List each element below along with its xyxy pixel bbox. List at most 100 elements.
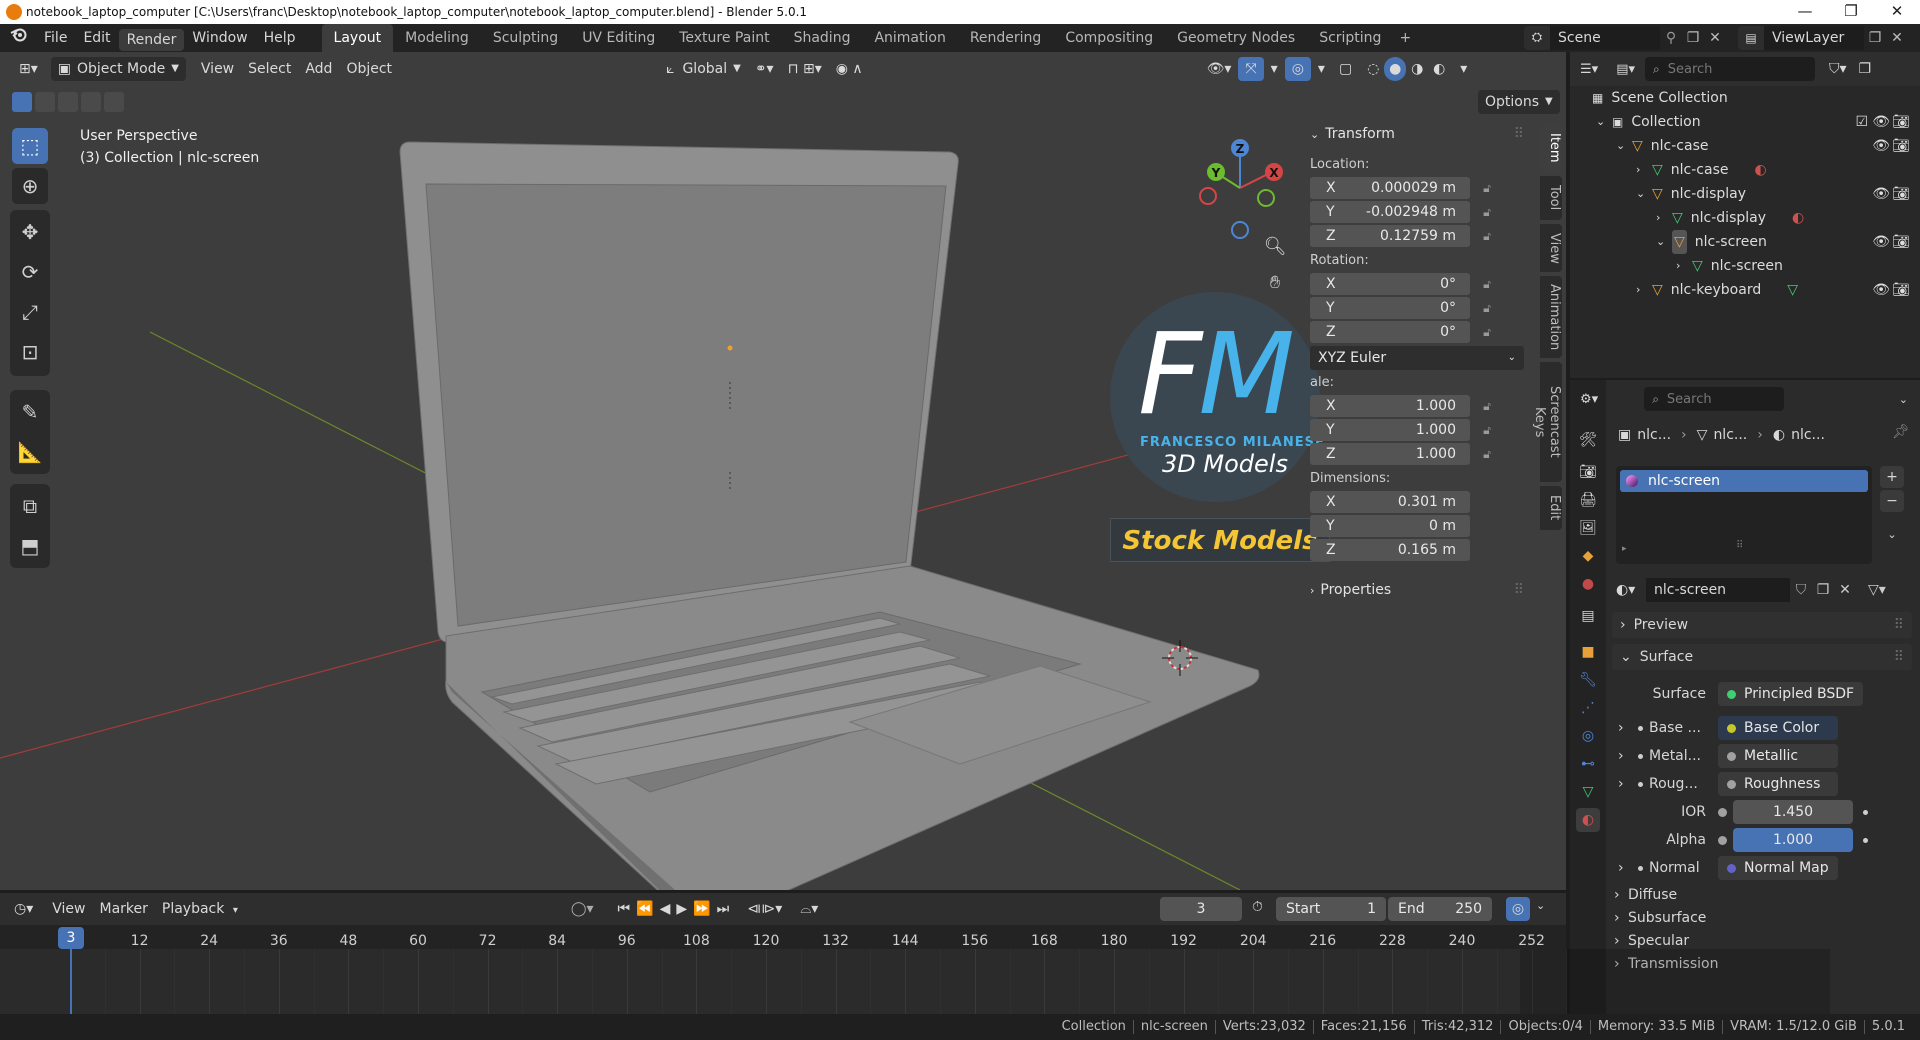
lock-icon[interactable]: 🔓︎ bbox=[1480, 423, 1494, 438]
close-button[interactable]: ✕ bbox=[1874, 0, 1920, 24]
blender-menu-icon[interactable] bbox=[0, 24, 36, 52]
tab-uv-editing[interactable]: UV Editing bbox=[570, 24, 667, 52]
display-mode-icon[interactable]: ▤▾ bbox=[1616, 62, 1635, 77]
lock-icon[interactable]: 🔓︎ bbox=[1480, 205, 1494, 220]
shading-chevron-icon[interactable]: ▾ bbox=[1453, 57, 1474, 81]
select-box-tool[interactable]: ⬚ bbox=[12, 128, 48, 164]
shader-input-field[interactable]: Metallic bbox=[1718, 744, 1838, 768]
delete-scene-icon[interactable]: ✕ bbox=[1704, 30, 1726, 46]
chevron-right-icon[interactable]: › bbox=[1618, 770, 1638, 798]
mesh-data-icon[interactable]: ▽ bbox=[1787, 278, 1798, 302]
lock-icon[interactable]: 🔓︎ bbox=[1480, 181, 1494, 196]
subsection-diffuse[interactable]: › Diffuse bbox=[1614, 884, 1908, 907]
menu-edit[interactable]: Edit bbox=[75, 24, 118, 52]
cursor-tool[interactable]: ⊕ bbox=[12, 168, 48, 204]
properties-editor-icon[interactable]: ⚙▾ bbox=[1580, 392, 1598, 407]
tab-animation[interactable]: Animation bbox=[862, 24, 957, 52]
material-shading-icon[interactable]: ◑ bbox=[1406, 57, 1428, 81]
add-slot-button[interactable]: + bbox=[1880, 466, 1904, 488]
eye-icon[interactable]: 👁︎ bbox=[1872, 134, 1890, 158]
tab-geometry-nodes[interactable]: Geometry Nodes bbox=[1165, 24, 1307, 52]
subsection-subsurface[interactable]: › Subsurface bbox=[1614, 907, 1908, 930]
drag-handle-icon[interactable]: ⠿ bbox=[1514, 582, 1524, 598]
data-tab-icon[interactable]: ▽ bbox=[1576, 780, 1600, 804]
select-extend-icon[interactable] bbox=[35, 92, 55, 112]
chevron-right-icon[interactable]: › bbox=[1636, 278, 1652, 302]
material-tab-icon[interactable]: ◐ bbox=[1576, 808, 1600, 832]
keyframe-dot-icon[interactable] bbox=[1863, 809, 1868, 815]
remove-slot-button[interactable]: − bbox=[1880, 490, 1904, 512]
outliner-search[interactable]: ⌕ Search bbox=[1645, 57, 1815, 81]
location-x-field[interactable]: X 0.000029 m bbox=[1310, 177, 1470, 199]
outliner-editor-icon[interactable]: ☰▾ bbox=[1580, 62, 1598, 77]
chevron-right-icon[interactable]: › bbox=[1618, 854, 1638, 882]
rotation-z-field[interactable]: Z 0° bbox=[1310, 321, 1470, 343]
outliner-item[interactable]: › ▽ nlc-keyboard ▽ 👁︎ 📷︎ bbox=[1570, 278, 1920, 302]
camera-icon[interactable]: 📷︎ bbox=[1892, 230, 1910, 254]
options-dropdown[interactable]: Options ▼ bbox=[1478, 90, 1560, 114]
wireframe-shading-icon[interactable]: ◌ bbox=[1362, 57, 1384, 81]
proportional-edit-icon[interactable]: ◉ ∧ bbox=[829, 57, 870, 81]
overlay-chevron-icon[interactable]: ▾ bbox=[1311, 57, 1332, 81]
select-invert-icon[interactable] bbox=[81, 92, 101, 112]
viewport-menu-view[interactable]: View bbox=[194, 57, 241, 81]
add-object-tool[interactable]: ⬒ bbox=[12, 528, 48, 564]
camera-icon[interactable]: 📷︎ bbox=[1892, 278, 1910, 302]
material-icon[interactable]: ◐ bbox=[1754, 158, 1766, 182]
viewlayer-name[interactable]: ViewLayer bbox=[1764, 26, 1864, 50]
material-slot-row[interactable]: nlc-screen bbox=[1620, 470, 1868, 492]
object-tab-icon[interactable]: ■ bbox=[1576, 640, 1600, 664]
physics-tab-icon[interactable]: ◎ bbox=[1576, 724, 1600, 748]
annotate-tool[interactable]: ✎ bbox=[12, 394, 48, 430]
camera-icon[interactable]: 📷︎ bbox=[1892, 134, 1910, 158]
outliner-item[interactable]: ⌄ ▽ nlc-case 👁︎ 📷︎ bbox=[1570, 134, 1920, 158]
shader-input-field[interactable]: Base Color bbox=[1718, 716, 1838, 740]
pin-icon[interactable]: 📌︎ bbox=[1892, 424, 1910, 440]
tab-scripting[interactable]: Scripting bbox=[1307, 24, 1393, 52]
scale-x-field[interactable]: X 1.000 bbox=[1310, 395, 1470, 417]
normal-field[interactable]: Normal Map bbox=[1718, 856, 1838, 880]
slot-specials-chevron-icon[interactable]: ⌄ bbox=[1880, 524, 1904, 546]
lock-icon[interactable]: 🔓︎ bbox=[1480, 399, 1494, 414]
checkbox-icon[interactable]: ☑ bbox=[1855, 110, 1868, 134]
chevron-down-icon[interactable]: ⌄ bbox=[1656, 230, 1672, 254]
scale-tool[interactable]: ⤢ bbox=[12, 294, 48, 330]
menu-render[interactable]: Render bbox=[118, 28, 185, 51]
rotation-y-field[interactable]: Y 0° bbox=[1310, 297, 1470, 319]
chevron-down-icon[interactable]: ⌄ bbox=[1616, 134, 1632, 158]
mode-selector[interactable]: ▣ Object Mode ▼ bbox=[50, 57, 186, 81]
transform-orientation-selector[interactable]: ⟀ Global ▼ bbox=[659, 57, 748, 81]
ior-field[interactable]: 1.450 bbox=[1733, 800, 1853, 824]
output-tab-icon[interactable]: 🖨︎ bbox=[1576, 488, 1600, 512]
drag-handle-icon[interactable]: ⠿ bbox=[1514, 126, 1524, 142]
outliner-item[interactable]: ⌄ ▽ nlc-display 👁︎ 📷︎ bbox=[1570, 182, 1920, 206]
solid-shading-icon[interactable]: ● bbox=[1384, 57, 1407, 81]
tab-layout[interactable]: Layout bbox=[321, 24, 394, 52]
keyframe-dot-icon[interactable] bbox=[1863, 837, 1868, 843]
sidebar-tab-animation[interactable]: Animation bbox=[1540, 276, 1562, 358]
new-scene-icon[interactable]: ❐ bbox=[1682, 30, 1704, 46]
sidebar-tab-screencast-keys[interactable]: Screencast Keys bbox=[1532, 362, 1562, 482]
chevron-right-icon[interactable]: › bbox=[1656, 206, 1672, 230]
rotate-tool[interactable]: ⟳ bbox=[12, 254, 48, 290]
render-tab-icon[interactable]: 📷︎ bbox=[1576, 460, 1600, 484]
viewlayer-selector[interactable]: ▤ ViewLayer ❐ ✕ bbox=[1738, 26, 1908, 50]
tab-compositing[interactable]: Compositing bbox=[1053, 24, 1165, 52]
properties-panel-header[interactable]: › Properties ⠿ bbox=[1310, 576, 1524, 604]
particles-tab-icon[interactable]: ⋰ bbox=[1576, 696, 1600, 720]
outliner-item[interactable]: › ▽ nlc-display ◐ bbox=[1570, 206, 1920, 230]
lock-icon[interactable]: 🔓︎ bbox=[1480, 277, 1494, 292]
maximize-button[interactable]: ❐ bbox=[1828, 0, 1874, 24]
scene-selector[interactable]: ⛭ Scene ⚲ ❐ ✕ bbox=[1524, 26, 1726, 50]
chevron-down-icon[interactable]: ⌄ bbox=[1636, 182, 1652, 206]
tab-texture-paint[interactable]: Texture Paint bbox=[667, 24, 781, 52]
tab-shading[interactable]: Shading bbox=[782, 24, 863, 52]
sidebar-tab-edit[interactable]: Edit bbox=[1540, 486, 1562, 530]
xray-toggle-icon[interactable]: ▢ bbox=[1332, 57, 1359, 81]
location-z-field[interactable]: Z 0.12759 m bbox=[1310, 225, 1470, 247]
world-tab-icon[interactable]: ● bbox=[1576, 572, 1600, 596]
modifier-tab-icon[interactable]: 🔧︎ bbox=[1576, 668, 1600, 692]
alpha-field[interactable]: 1.000 bbox=[1733, 828, 1853, 852]
rotation-x-field[interactable]: X 0° bbox=[1310, 273, 1470, 295]
viewport-menu-select[interactable]: Select bbox=[241, 57, 298, 81]
